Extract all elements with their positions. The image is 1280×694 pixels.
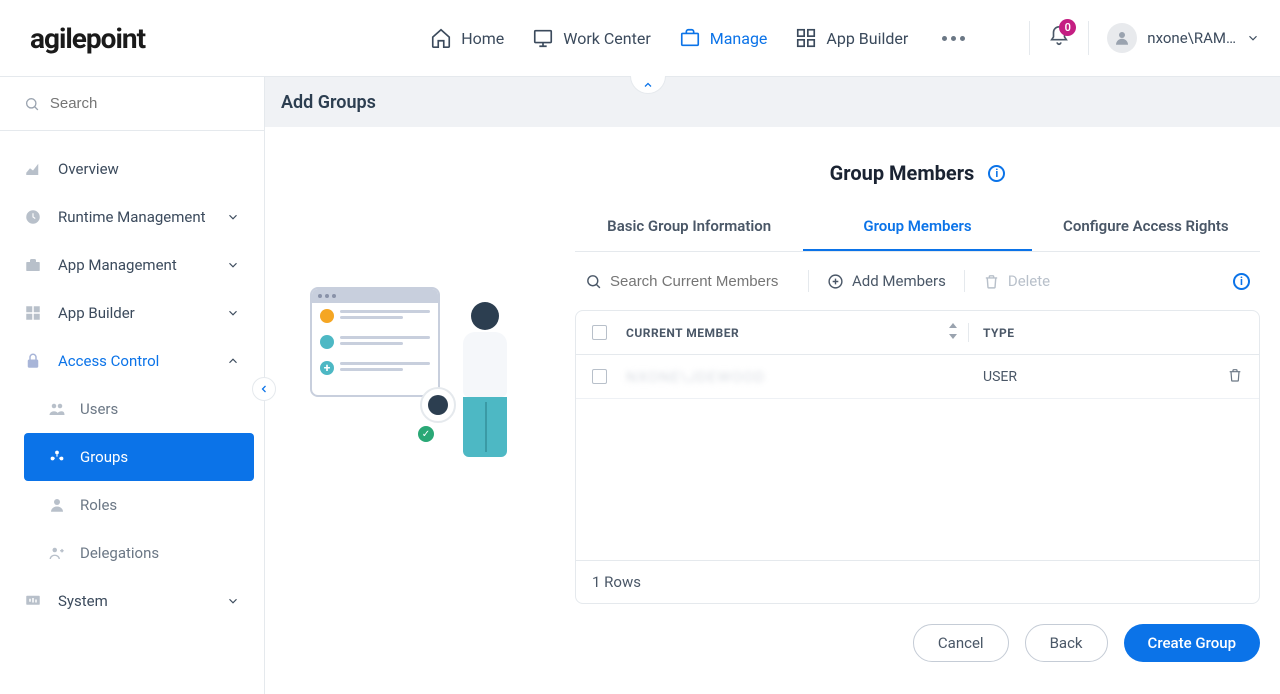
add-members-label: Add Members xyxy=(852,272,946,290)
trash-icon xyxy=(1227,367,1243,383)
member-type: USER xyxy=(983,369,1017,385)
divider xyxy=(808,270,809,292)
sidebar-item-label: App Management xyxy=(58,256,210,274)
sidebar-item-delegations[interactable]: Delegations xyxy=(24,529,254,577)
cancel-button[interactable]: Cancel xyxy=(913,624,1009,662)
member-name: NXONE\JDEWOOD xyxy=(626,368,983,386)
tab-access-rights[interactable]: Configure Access Rights xyxy=(1032,203,1260,251)
avatar xyxy=(1107,23,1137,53)
system-icon xyxy=(24,592,42,610)
notifications-bell[interactable]: 0 xyxy=(1048,25,1070,51)
chevron-down-icon xyxy=(226,306,240,320)
select-all-checkbox[interactable] xyxy=(592,325,607,340)
illustration: + ✓ xyxy=(285,157,545,674)
trash-icon xyxy=(983,273,1000,290)
toolbox-icon xyxy=(24,256,42,274)
users-icon xyxy=(48,400,66,418)
divider xyxy=(1029,21,1030,55)
sidebar-item-app-management[interactable]: App Management xyxy=(0,241,264,289)
col-type: TYPE xyxy=(983,326,1243,340)
sidebar-item-runtime[interactable]: Runtime Management xyxy=(0,193,264,241)
divider xyxy=(964,270,965,292)
table-row: NXONE\JDEWOOD USER xyxy=(576,355,1259,399)
divider xyxy=(1088,21,1089,55)
nav-app-builder[interactable]: App Builder xyxy=(795,27,908,49)
search-icon xyxy=(24,95,40,113)
add-members-button[interactable]: Add Members xyxy=(827,272,946,290)
role-icon xyxy=(48,496,66,514)
sidebar-item-label: Access Control xyxy=(58,352,210,370)
page-title: Add Groups xyxy=(281,92,376,113)
sidebar-item-label: Roles xyxy=(80,496,117,514)
info-icon[interactable]: i xyxy=(988,165,1005,182)
panel-title: Group Members xyxy=(830,161,975,185)
chevron-up-icon xyxy=(642,79,654,91)
sidebar-item-label: Groups xyxy=(80,448,128,466)
sidebar-item-label: Overview xyxy=(58,160,240,178)
nav-more[interactable] xyxy=(936,30,971,47)
home-icon xyxy=(430,27,452,49)
monitor-icon xyxy=(532,27,554,49)
clock-icon xyxy=(24,208,42,226)
tab-group-members[interactable]: Group Members xyxy=(803,203,1031,251)
grid-icon xyxy=(795,27,817,49)
sidebar-collapse-toggle[interactable] xyxy=(252,377,276,401)
search-members-input[interactable] xyxy=(610,273,790,290)
col-current-member: CURRENT MEMBER xyxy=(626,326,739,340)
chevron-down-icon xyxy=(226,258,240,272)
search-icon xyxy=(585,273,602,290)
nav-home-label: Home xyxy=(461,29,504,48)
table-footer: 1 Rows xyxy=(576,560,1259,603)
lock-icon xyxy=(24,352,42,370)
nav-app-builder-label: App Builder xyxy=(826,29,908,48)
sidebar-item-label: App Builder xyxy=(58,304,210,322)
chevron-down-icon xyxy=(1246,31,1260,45)
sidebar-search-input[interactable] xyxy=(50,95,240,112)
plus-circle-icon xyxy=(827,273,844,290)
briefcase-icon xyxy=(679,27,701,49)
sidebar-item-label: Users xyxy=(80,400,118,418)
sidebar-item-overview[interactable]: Overview xyxy=(0,145,264,193)
sidebar-item-users[interactable]: Users xyxy=(24,385,254,433)
delete-button[interactable]: Delete xyxy=(983,272,1050,290)
chevron-up-icon xyxy=(226,354,240,368)
tab-basic-info[interactable]: Basic Group Information xyxy=(575,203,803,251)
grid-icon xyxy=(24,304,42,322)
notification-badge: 0 xyxy=(1059,19,1076,36)
nav-work-center-label: Work Center xyxy=(563,29,650,48)
sidebar-item-label: Runtime Management xyxy=(58,208,210,226)
sort-icon[interactable] xyxy=(948,323,958,342)
chevron-left-icon xyxy=(258,383,270,395)
row-checkbox[interactable] xyxy=(592,369,607,384)
delegation-icon xyxy=(48,544,66,562)
chart-icon xyxy=(24,160,42,178)
sidebar-item-access-control[interactable]: Access Control xyxy=(0,337,264,385)
logo: agilepoint xyxy=(30,22,145,55)
sidebar-item-label: Delegations xyxy=(80,544,159,562)
sidebar-item-label: System xyxy=(58,592,210,610)
nav-home[interactable]: Home xyxy=(430,27,504,49)
group-icon xyxy=(48,448,66,466)
back-button[interactable]: Back xyxy=(1025,624,1108,662)
row-delete-button[interactable] xyxy=(1227,367,1243,387)
nav-work-center[interactable]: Work Center xyxy=(532,27,650,49)
create-group-button[interactable]: Create Group xyxy=(1124,624,1260,662)
sidebar-search[interactable] xyxy=(0,77,264,131)
sidebar-item-groups[interactable]: Groups xyxy=(24,433,254,481)
info-icon[interactable]: i xyxy=(1233,273,1250,290)
search-members[interactable] xyxy=(585,273,790,290)
chevron-down-icon xyxy=(226,594,240,608)
nav-manage[interactable]: Manage xyxy=(679,27,768,49)
sidebar-item-app-builder[interactable]: App Builder xyxy=(0,289,264,337)
sidebar-item-system[interactable]: System xyxy=(0,577,264,625)
sidebar-item-roles[interactable]: Roles xyxy=(24,481,254,529)
nav-manage-label: Manage xyxy=(710,29,768,48)
delete-label: Delete xyxy=(1008,272,1050,290)
user-name: nxone\RAM… xyxy=(1147,29,1236,47)
chevron-down-icon xyxy=(226,210,240,224)
user-menu[interactable]: nxone\RAM… xyxy=(1107,23,1260,53)
